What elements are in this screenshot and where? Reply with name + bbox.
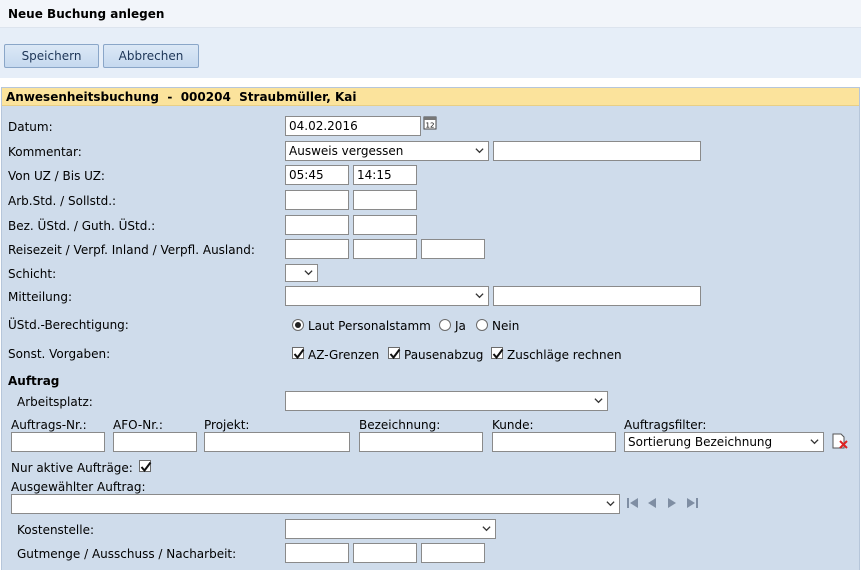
bezeichnung-input[interactable] xyxy=(359,432,483,452)
arb-soll-label: Arb.Std. / Sollstd.: xyxy=(8,194,117,208)
auftrag-section-title: Auftrag xyxy=(8,374,60,388)
kommentar-selected: Ausweis vergessen xyxy=(289,144,404,158)
radio-nein-label: Nein xyxy=(492,319,520,333)
arbeitsplatz-select[interactable] xyxy=(285,391,608,411)
chevron-down-icon xyxy=(594,398,603,404)
mitteilung-label: Mitteilung: xyxy=(8,290,73,304)
soll-std-input[interactable] xyxy=(353,190,417,210)
checkbox-az-grenzen[interactable] xyxy=(292,347,305,360)
arb-std-input[interactable] xyxy=(285,190,349,210)
checkbox-pausenabzug[interactable] xyxy=(388,347,401,360)
ausschuss-input[interactable] xyxy=(353,543,417,563)
cancel-button[interactable]: Abbrechen xyxy=(103,44,199,68)
radio-ja-label: Ja xyxy=(455,319,466,333)
last-icon[interactable] xyxy=(685,496,699,513)
vorgaben-label: Sonst. Vorgaben: xyxy=(8,347,111,361)
radio-laut-personalstamm-label: Laut Personalstamm xyxy=(308,319,431,333)
kostenstelle-label: Kostenstelle: xyxy=(17,523,94,537)
kunde-input[interactable] xyxy=(492,432,616,452)
kommentar-label: Kommentar: xyxy=(8,145,82,159)
kunde-label: Kunde: xyxy=(492,418,534,432)
bez-ustd-input[interactable] xyxy=(285,215,349,235)
auftragsfilter-label: Auftragsfilter: xyxy=(624,418,707,432)
ausgewaehlt-label: Ausgewählter Auftrag: xyxy=(11,480,146,494)
save-button[interactable]: Speichern xyxy=(4,44,99,68)
chevron-down-icon xyxy=(606,501,615,507)
nacharbeit-input[interactable] xyxy=(421,543,485,563)
nur-aktive-label: Nur aktive Aufträge: xyxy=(11,461,133,475)
datum-input[interactable]: 04.02.2016 xyxy=(285,116,421,136)
chevron-down-icon xyxy=(810,439,819,445)
clear-filter-icon[interactable] xyxy=(831,433,849,453)
window-title: Neue Buchung anlegen xyxy=(8,7,165,21)
mitteilung-select[interactable] xyxy=(285,286,489,306)
check-icon xyxy=(293,348,305,360)
bezeichnung-label: Bezeichnung: xyxy=(359,418,441,432)
title-bar: Neue Buchung anlegen xyxy=(0,0,861,28)
kommentar-select[interactable]: Ausweis vergessen xyxy=(285,141,489,161)
checkbox-zuschlaege[interactable] xyxy=(491,347,504,360)
check-icon xyxy=(389,348,401,360)
panel-header: Anwesenheitsbuchung - 000204 Straubmülle… xyxy=(2,88,859,106)
chevron-down-icon xyxy=(304,270,313,276)
checkbox-pausenabzug-label: Pausenabzug xyxy=(404,348,484,362)
schicht-label: Schicht: xyxy=(8,267,57,281)
radio-laut-personalstamm[interactable] xyxy=(292,319,304,331)
gutmenge-label: Gutmenge / Ausschuss / Nacharbeit: xyxy=(17,547,237,561)
auftrags-nr-input[interactable] xyxy=(11,432,105,452)
schicht-select[interactable] xyxy=(285,264,318,282)
checkbox-nur-aktive[interactable] xyxy=(139,460,152,473)
gutmenge-input[interactable] xyxy=(285,543,349,563)
bis-uz-input[interactable]: 14:15 xyxy=(353,165,417,185)
radio-nein[interactable] xyxy=(476,319,488,331)
ausgewaehlter-auftrag-select[interactable] xyxy=(11,494,620,514)
projekt-input[interactable] xyxy=(204,432,350,452)
calendar-icon[interactable]: 12 xyxy=(423,115,437,133)
von-bis-label: Von UZ / Bis UZ: xyxy=(8,169,105,183)
afo-nr-input[interactable] xyxy=(113,432,197,452)
datum-label: Datum: xyxy=(8,120,53,134)
verpf-inland-input[interactable] xyxy=(353,239,417,259)
kostenstelle-select[interactable] xyxy=(285,519,496,539)
radio-ja[interactable] xyxy=(439,319,451,331)
projekt-label: Projekt: xyxy=(204,418,250,432)
prev-icon[interactable] xyxy=(646,496,658,513)
ustd-label: ÜStd.-Berechtigung: xyxy=(8,318,129,332)
guth-ustd-input[interactable] xyxy=(353,215,417,235)
checkbox-az-grenzen-label: AZ-Grenzen xyxy=(308,348,380,362)
arbeitsplatz-label: Arbeitsplatz: xyxy=(17,395,93,409)
next-icon[interactable] xyxy=(666,496,678,513)
chevron-down-icon xyxy=(475,148,484,154)
chevron-down-icon xyxy=(475,293,484,299)
auftragsfilter-select[interactable]: Sortierung Bezeichnung xyxy=(624,432,824,452)
first-icon[interactable] xyxy=(626,496,640,513)
mitteilung-text-input[interactable] xyxy=(493,286,701,306)
check-icon xyxy=(492,348,504,360)
bez-guth-label: Bez. ÜStd. / Guth. ÜStd.: xyxy=(8,219,156,233)
checkbox-zuschlaege-label: Zuschläge rechnen xyxy=(507,348,622,362)
check-icon xyxy=(140,461,152,473)
reisezeit-input[interactable] xyxy=(285,239,349,259)
toolbar: Speichern Abbrechen xyxy=(0,28,861,78)
auftrags-nr-label: Auftrags-Nr.: xyxy=(11,418,87,432)
svg-text:12: 12 xyxy=(426,122,435,130)
auftragsfilter-selected: Sortierung Bezeichnung xyxy=(628,435,773,449)
booking-panel: Anwesenheitsbuchung - 000204 Straubmülle… xyxy=(1,87,860,570)
afo-nr-label: AFO-Nr.: xyxy=(113,418,163,432)
kommentar-text-input[interactable] xyxy=(493,141,701,161)
von-uz-input[interactable]: 05:45 xyxy=(285,165,349,185)
chevron-down-icon xyxy=(482,526,491,532)
verpfl-ausland-input[interactable] xyxy=(421,239,485,259)
reisezeit-label: Reisezeit / Verpf. Inland / Verpfl. Ausl… xyxy=(8,243,255,257)
